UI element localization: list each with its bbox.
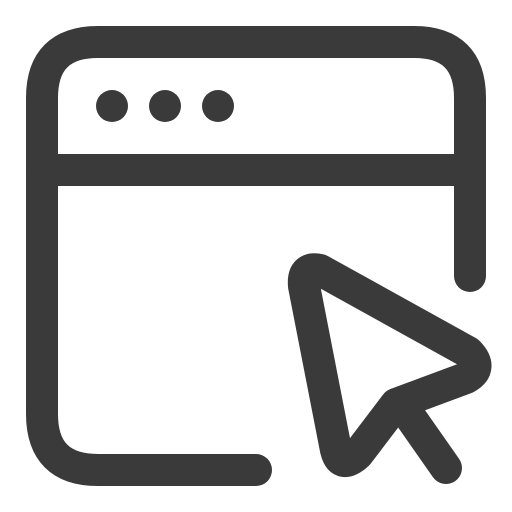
window-dot-3-icon — [202, 90, 234, 122]
cursor-tail-icon — [388, 392, 462, 484]
window-dot-2-icon — [149, 90, 181, 122]
cursor-arrow-icon — [287, 253, 492, 477]
browser-window-click-icon — [26, 26, 492, 486]
window-dot-1-icon — [96, 90, 128, 122]
icon-canvas — [0, 0, 512, 512]
